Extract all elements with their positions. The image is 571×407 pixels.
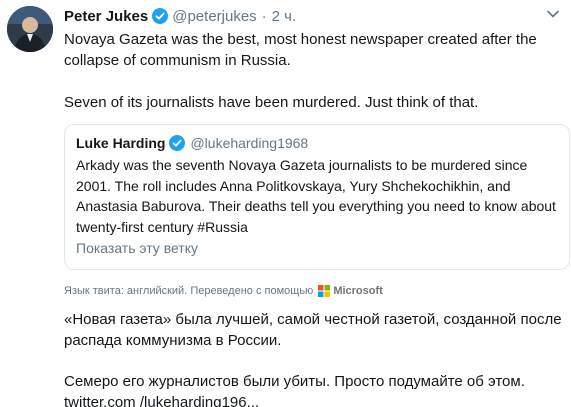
avatar-image	[7, 6, 53, 52]
quoted-tweet-header: Luke Harding @lukeharding1968	[76, 134, 308, 152]
quoted-author-display-name: Luke Harding	[76, 135, 166, 151]
translation-provider-name[interactable]: Microsoft	[333, 285, 383, 297]
author-handle[interactable]: @peterjukes	[172, 8, 256, 25]
tweet-text-paragraph-1: Novaya Gazeta was the best, most honest …	[64, 31, 537, 69]
tweet-header: Peter Jukes @peterjukes · 2 ч.	[64, 5, 296, 27]
quoted-author-handle: @lukeharding1968	[190, 135, 309, 151]
quoted-tweet-card[interactable]: Luke Harding @lukeharding1968 Arkady was…	[64, 124, 570, 270]
translated-text-paragraph-2: Семеро его журналистов были убиты. Прост…	[64, 373, 525, 407]
show-thread-link[interactable]: Показать эту ветку	[76, 240, 198, 256]
avatar[interactable]	[7, 6, 53, 52]
chevron-down-icon[interactable]	[546, 9, 560, 19]
tweet-text-paragraph-2: Seven of its journalists have been murde…	[64, 94, 479, 111]
translated-text-paragraph-1: «Новая газета» была лучшей, самой честно…	[64, 311, 562, 349]
translation-attribution: Язык твита: английский. Переведено с пом…	[64, 284, 383, 298]
header-separator: ·	[261, 7, 267, 25]
translation-note-text: Язык твита: английский. Переведено с пом…	[64, 285, 314, 297]
tweet: Peter Jukes @peterjukes · 2 ч. Novaya Ga…	[0, 0, 571, 407]
verified-badge-icon	[169, 135, 186, 151]
microsoft-logo-icon	[318, 285, 331, 297]
author-display-name[interactable]: Peter Jukes	[64, 8, 148, 25]
tweet-timestamp[interactable]: 2 ч.	[272, 8, 297, 25]
quoted-tweet-text: Arkady was the seventh Novaya Gazeta jou…	[76, 157, 556, 235]
verified-badge-icon	[152, 8, 169, 24]
